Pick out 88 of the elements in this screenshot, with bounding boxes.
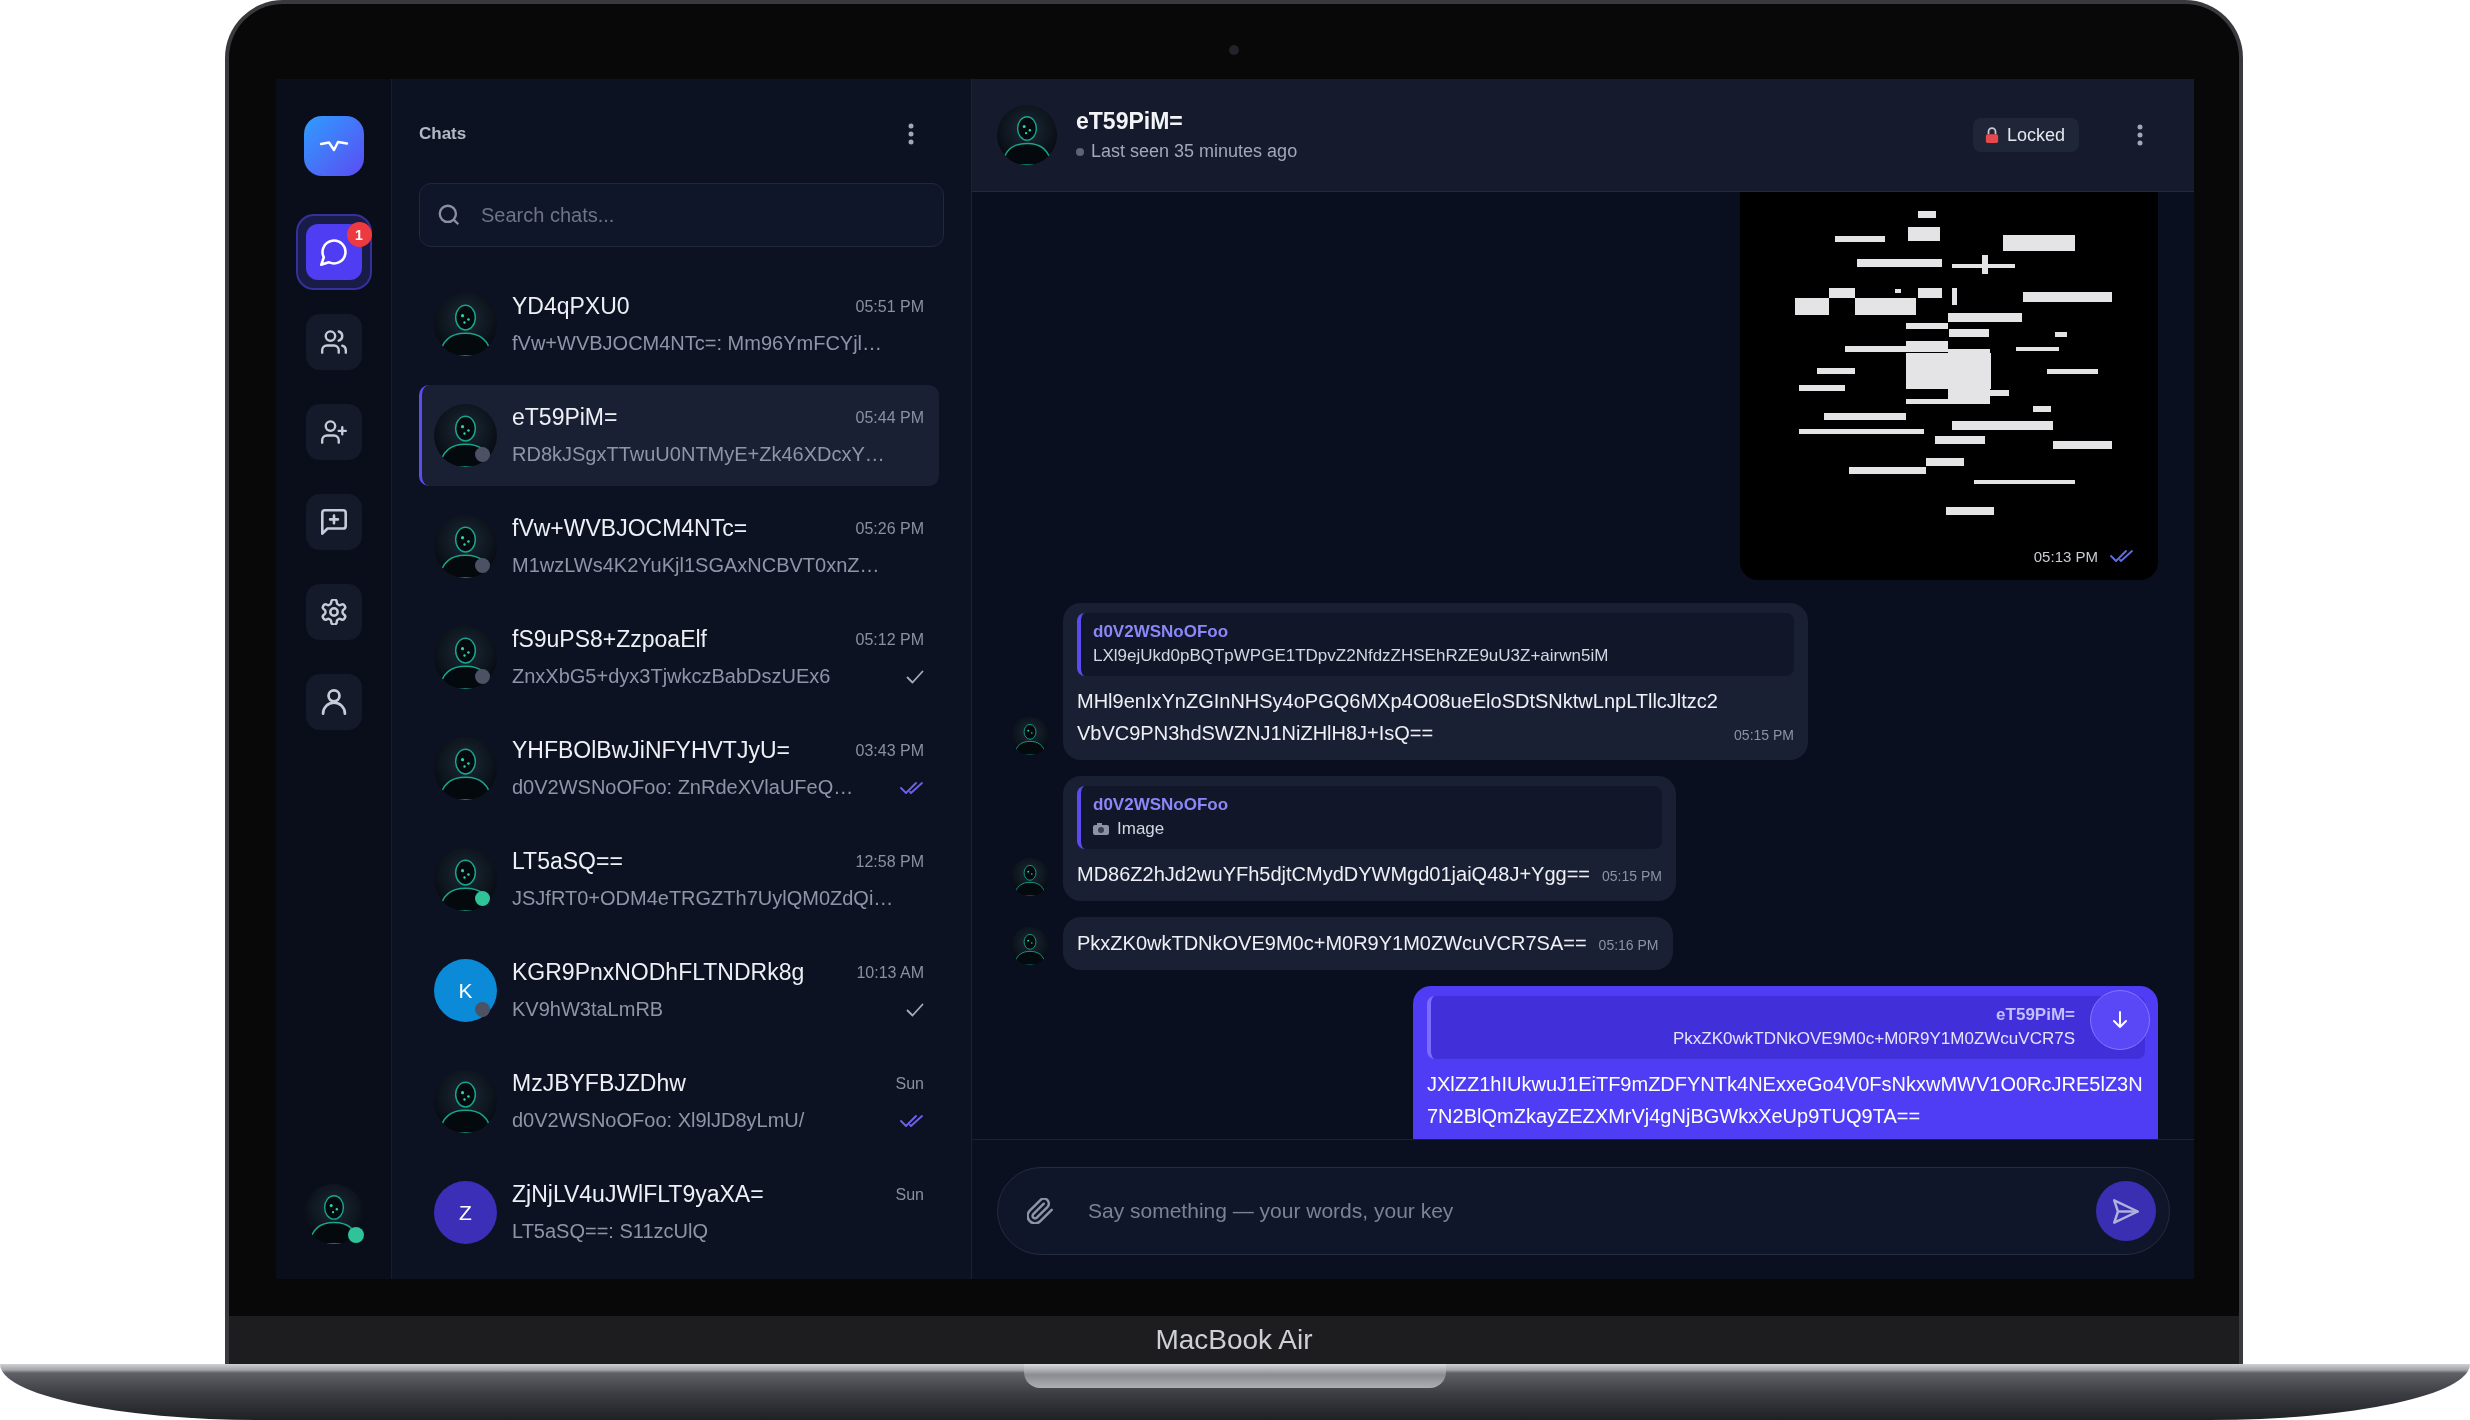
reply-quote[interactable]: eT59PiM= PkxZK0wkTDNkOVE9M0c+M0R9Y1M0ZWcuVCR7S xyxy=(1427,996,2145,1059)
chat-time: 10:13 AM xyxy=(856,963,924,982)
chat-list-item[interactable]: YHFBOlBwJiNFYHVTJyU= 03:43 PM d0V2WSNoOFoo: ZnRdeXVlaUFeQ… xyxy=(419,718,939,819)
chat-preview: fVw+WVBJOCM4NTc=: Mm96YmFCYjl… xyxy=(512,332,883,355)
settings-nav-button[interactable] xyxy=(305,584,362,640)
chat-list-item[interactable]: K KGR9PnxNODhFLTNDRk8g 10:13 AM KV9hW3taLmRB xyxy=(419,940,939,1041)
model-label: MacBook Air xyxy=(1155,1324,1313,1356)
chat-preview: RD8kJSgxTTwuU0NTMyE+Zk46XDcxY… xyxy=(512,443,885,466)
chat-preview: M1wzLWs4K2YuKjl1SGAxNCBVT0xnZ… xyxy=(512,554,880,577)
message-time: 05:13 PM xyxy=(2033,547,2098,565)
last-seen-text: Last seen 35 minutes ago xyxy=(1091,141,1298,162)
quote-author: d0V2WSNoOFoo xyxy=(1093,794,1229,816)
chat-time: 03:43 PM xyxy=(855,741,924,760)
chat-time: 05:26 PM xyxy=(855,519,924,538)
settings-icon xyxy=(320,599,347,625)
reply-quote[interactable]: d0V2WSNoOFoo LXl9ejUkd0pBQTpWPGE1TDpvZ2NfdzZHSEhRZE9uU3Z+airwn5iM xyxy=(1077,613,1794,676)
locked-label: Locked xyxy=(2006,124,2065,146)
message-text: MHl9enIxYnZGInNHSy4oPGQ6MXp4O08ueEloSDtSNktwLnpLTllcJltzc2VbVC9PN3hdSWZNJ1NiZHlH8J+IsQ== xyxy=(1077,689,1719,746)
chat-bubble-icon xyxy=(319,238,348,266)
chat-name: eT59PiM= xyxy=(512,404,618,431)
new-chat-nav-button[interactable] xyxy=(305,494,362,550)
chat-name: YHFBOlBwJiNFYHVTJyU= xyxy=(512,737,790,764)
send-icon xyxy=(2113,1198,2139,1224)
contact-name: eT59PiM= xyxy=(1076,108,1183,135)
chat-time: 05:51 PM xyxy=(855,297,924,316)
chat-list-item[interactable]: eT59PiM= 05:44 PM RD8kJSgxTTwuU0NTMyE+Zk46XDcxY… xyxy=(419,385,939,486)
quote-text: LXl9ejUkd0pBQTpWPGE1TDpvZ2NfdzZHSEhRZE9uU3Z+airwn5iM xyxy=(1093,645,1609,667)
message-text: JXlZZ1hIUkwuJ1EiTF9mZDFYNTk4NExxeGo4V0FsNkxwMWV1O0RcJRE5lZ3N7N2BlQmZkayZEZXMrVj4gNjBGWkxXeUp9TUQ9TA== xyxy=(1427,1072,2144,1129)
chat-list-item[interactable]: fVw+WVBJOCM4NTc= 05:26 PM M1wzLWs4K2YuKjl1SGAxNCBVT0xnZ… xyxy=(419,496,939,597)
quote-text: PkxZK0wkTDNkOVE9M0c+M0R9Y1M0ZWcuVCR7S xyxy=(1673,1028,2075,1050)
quote-author: eT59PiM= xyxy=(1996,1004,2075,1026)
more-options-icon[interactable] xyxy=(2137,124,2143,146)
initial-avatar: K xyxy=(434,959,497,1022)
camera-icon xyxy=(1093,823,1109,835)
chat-time: 05:12 PM xyxy=(855,630,924,649)
chat-name: ZjNjLV4uJWlFLT9yaXA= xyxy=(512,1181,764,1208)
chat-list-item[interactable]: Z ZjNjLV4uJWlFLT9yaXA= Sun LT5aSQ==: S11zcUlQ xyxy=(419,1162,939,1263)
chat-preview: LT5aSQ==: S11zcUlQ xyxy=(512,1220,708,1243)
chat-time: Sun xyxy=(895,1185,924,1204)
reply-quote[interactable]: d0V2WSNoOFoo Image xyxy=(1077,786,1662,849)
message-text: MD86Z2hJd2wuYFh5djtCMydDYWMgd01jaiQ48J+Ygg== xyxy=(1077,862,1591,887)
chat-name: YD4qPXU0 xyxy=(512,293,630,320)
camera-dot-icon xyxy=(1229,45,1239,55)
add-person-icon xyxy=(320,419,347,445)
contacts-nav-button[interactable] xyxy=(305,314,362,370)
chat-name: fVw+WVBJOCM4NTc= xyxy=(512,515,748,542)
avatar-silhouette-icon xyxy=(1011,717,1049,755)
chat-preview: KV9hW3taLmRB xyxy=(512,998,664,1021)
people-icon xyxy=(320,329,347,355)
avatar-silhouette-icon xyxy=(1011,927,1049,965)
paperclip-icon[interactable] xyxy=(1027,1198,1053,1224)
panel-title: Chats xyxy=(419,124,467,144)
message-time: 05:16 PM xyxy=(1598,936,1659,955)
chat-time: 12:58 PM xyxy=(855,852,924,871)
add-contact-nav-button[interactable] xyxy=(305,404,362,460)
chat-list-item[interactable]: MzJBYFBJZDhw Sun d0V2WSNoOFoo: Xl9lJD8yLmU/ xyxy=(419,1051,939,1152)
search-icon xyxy=(438,204,460,226)
person-icon xyxy=(320,689,347,715)
message-input-field[interactable]: Say something — your words, your key xyxy=(997,1167,2170,1255)
chat-name: LT5aSQ== xyxy=(512,848,623,875)
profile-nav-button[interactable] xyxy=(305,674,362,730)
message-time: 05:15 PM xyxy=(1602,867,1662,886)
app-logo-icon[interactable] xyxy=(303,116,364,176)
chat-preview: d0V2WSNoOFoo: Xl9lJD8yLmU/ xyxy=(512,1109,805,1132)
more-options-icon[interactable] xyxy=(908,123,914,145)
chat-time: 05:44 PM xyxy=(855,408,924,427)
quote-author: d0V2WSNoOFoo xyxy=(1093,621,1229,643)
chat-name: MzJBYFBJZDhw xyxy=(512,1070,686,1097)
chat-list-item[interactable]: LT5aSQ== 12:58 PM JSJfRT0+ODM4eTRGZTh7UylQM0ZdQi… xyxy=(419,829,939,930)
chat-preview: JSJfRT0+ODM4eTRGZTh7UylQM0ZdQi… xyxy=(512,887,894,910)
message-text: PkxZK0wkTDNkOVE9M0c+M0R9Y1M0ZWcuVCR7SA== xyxy=(1077,931,1587,956)
chat-name: fS9uPS8+ZzpoaElf xyxy=(512,626,707,653)
initial-avatar: Z xyxy=(434,1181,497,1244)
chat-time: Sun xyxy=(895,1074,924,1093)
message-time: 05:15 PM xyxy=(1734,726,1794,745)
search-field[interactable]: Search chats... xyxy=(419,183,944,247)
chats-nav-button[interactable]: 1 xyxy=(295,214,372,290)
status-dot-icon xyxy=(1076,147,1084,156)
chat-list-item[interactable]: fS9uPS8+ZzpoaElf 05:12 PM ZnxXbG5+dyx3TjwkczBabDszUEx6 xyxy=(419,607,939,708)
padlock-icon xyxy=(1984,126,1999,144)
chat-name: KGR9PnxNODhFLTNDRk8g xyxy=(512,959,805,986)
chat-preview: d0V2WSNoOFoo: ZnRdeXVlaUFeQ… xyxy=(512,776,854,799)
quote-text: Image xyxy=(1117,818,1165,840)
message-plus-icon xyxy=(320,509,347,535)
chat-preview: ZnxXbG5+dyx3TjwkczBabDszUEx6 xyxy=(512,665,831,688)
arrow-down-icon xyxy=(2112,1011,2128,1029)
avatar-silhouette-icon xyxy=(1011,858,1049,896)
chat-list-item[interactable]: YD4qPXU0 05:51 PM fVw+WVBJOCM4NTc=: Mm96YmFCYjl… xyxy=(419,274,939,375)
